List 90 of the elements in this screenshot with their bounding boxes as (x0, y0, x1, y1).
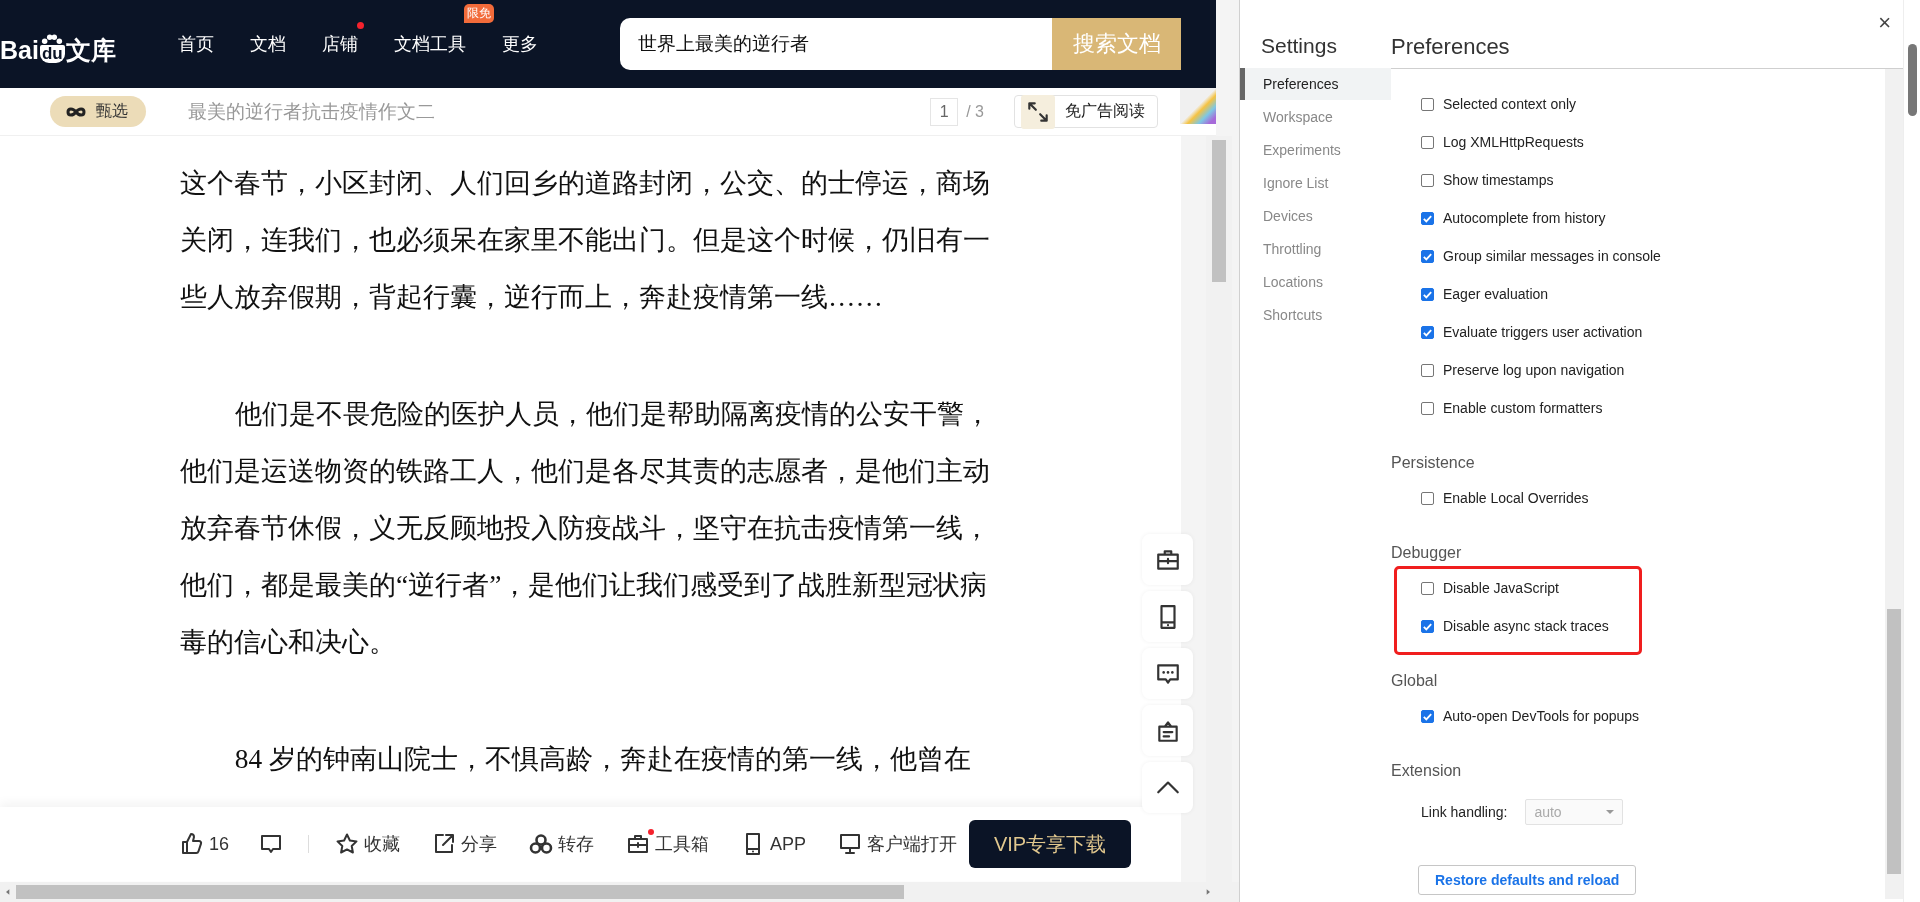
nav-link[interactable]: 首页 (178, 24, 230, 64)
color-corner-drawing (1180, 88, 1216, 124)
settings-tab[interactable]: Devices (1240, 200, 1391, 232)
nav-link[interactable]: 文档工具 (394, 24, 482, 64)
vertical-scrollbar[interactable] (1903, 0, 1920, 902)
article-paragraph: 84 岁的钟南山院士，不惧高龄，奔赴在疫情的第一线，他曾在 (233, 743, 973, 776)
logo-paw-text: du (39, 45, 65, 63)
checkbox-option[interactable]: Auto-open DevTools for popups (1397, 697, 1882, 735)
star-icon (335, 832, 360, 856)
nav-link[interactable]: 更多 (502, 24, 554, 64)
section-heading: Global (1391, 671, 1439, 691)
settings-title: Settings (1260, 33, 1338, 59)
settings-tab[interactable]: Ignore List (1240, 167, 1391, 199)
logo-text: Bai (0, 37, 39, 63)
checkbox[interactable] (1421, 97, 1434, 111)
checkbox-option[interactable]: Show timestamps (1397, 161, 1882, 199)
toolbar-action[interactable]: 转存 (529, 832, 595, 856)
toolbar-action[interactable]: 收藏 (335, 832, 401, 856)
nav-link[interactable]: 文档 (250, 24, 302, 64)
checkbox-option[interactable]: Log XMLHttpRequests (1397, 123, 1882, 161)
badge-label: 甄选 (96, 101, 128, 121)
like-button[interactable]: 16 (180, 832, 230, 856)
paw-toes-icon (41, 34, 64, 45)
checkbox[interactable] (1421, 709, 1434, 723)
clipboard-button[interactable] (1142, 705, 1193, 756)
checkbox[interactable] (1421, 211, 1434, 225)
toolbar-action[interactable]: 分享 (432, 832, 498, 856)
expand-icon (1021, 94, 1055, 129)
checkbox[interactable] (1421, 325, 1434, 339)
checkbox[interactable] (1421, 249, 1434, 263)
settings-tab[interactable]: Shortcuts (1240, 299, 1391, 331)
checkbox[interactable] (1421, 401, 1434, 415)
field-label: Link handling: (1421, 804, 1508, 820)
toolbox-icon (626, 832, 651, 856)
page-number-field[interactable]: 1 (930, 97, 959, 126)
checkbox-option[interactable]: Selected context only (1397, 85, 1882, 123)
close-button[interactable]: × (1874, 10, 1895, 36)
chat-bubble-button[interactable] (1142, 648, 1193, 699)
vertical-scrollbar[interactable] (1885, 69, 1903, 899)
toolbar-action[interactable]: 客户端打开 (838, 832, 958, 856)
settings-tab[interactable]: Workspace (1240, 101, 1391, 133)
settings-tab[interactable]: Experiments (1240, 134, 1391, 166)
settings-tab[interactable]: Preferences (1240, 68, 1391, 100)
settings-tab[interactable]: Locations (1240, 266, 1391, 298)
checkbox-option[interactable]: Group similar messages in console (1397, 237, 1882, 275)
section-heading: Debugger (1391, 543, 1463, 563)
checkbox-option[interactable]: Autocomplete from history (1397, 199, 1882, 237)
settings-tab[interactable]: Throttling (1240, 233, 1391, 265)
toolbar-action[interactable]: 工具箱 (626, 832, 710, 856)
share-icon (432, 832, 457, 856)
checkbox[interactable] (1421, 135, 1434, 149)
document-title: 最美的逆行者抗击疫情作文二 (188, 99, 436, 124)
notification-dot (648, 829, 655, 835)
phone-button[interactable] (1142, 591, 1193, 642)
logo-text: 文库 (65, 37, 116, 63)
search-field[interactable]: 世界上最美的逆行者 (620, 18, 1052, 70)
chevron-up-button[interactable] (1142, 762, 1193, 813)
checkbox[interactable] (1421, 619, 1434, 633)
article-paragraph: 这个春节，小区封闭、人们回乡的道路封闭，公交、的士停运，商场关闭，连我们，也必须呆在家里不能出门。但是这个时候，仍旧有一些人放弃假期，背起行囊，逆行而上，奔赴疫情第一线…… (180, 167, 991, 314)
checkbox[interactable] (1421, 363, 1434, 377)
checkbox[interactable] (1421, 173, 1434, 187)
nav-link[interactable]: 店铺 (322, 24, 374, 64)
section-heading: Persistence (1391, 453, 1476, 473)
toolbar-action[interactable]: APP (741, 832, 807, 856)
checkbox-option[interactable]: Disable JavaScript (1397, 569, 1639, 607)
checkbox-option[interactable]: Disable async stack traces (1397, 607, 1639, 645)
left-arrow-icon (4, 888, 12, 896)
monitor-icon (838, 832, 863, 856)
checkbox-option[interactable]: Preserve log upon navigation (1397, 351, 1882, 389)
restore-defaults-button[interactable]: Restore defaults and reload (1418, 865, 1637, 895)
thumbs-up-icon[interactable] (180, 832, 204, 856)
right-arrow-icon (1204, 888, 1212, 896)
ad-free-button[interactable]: 免广告阅读 (1014, 95, 1158, 128)
checkbox[interactable] (1421, 287, 1434, 301)
checkbox-option[interactable]: Eager evaluation (1397, 275, 1882, 313)
article-paragraph: 他们是不畏危险的医护人员，他们是帮助隔离疫情的公安干警，他们是运送物资的铁路工人，他们是各尽其责的志愿者，是他们主动放弃春节休假，义无反顾地投入防疫战斗，坚守在抗击疫情第一线，他们，都是最美的“逆行者”，是他们让我们感受到了战胜新型冠状病毒的信心和决心。 (180, 398, 992, 659)
toolbox-button[interactable] (1142, 534, 1193, 585)
checkbox-option[interactable]: Enable Local Overrides (1397, 479, 1882, 517)
comment-icon[interactable] (259, 832, 284, 856)
caret-icon (1606, 809, 1615, 815)
checkbox-option[interactable]: Evaluate triggers user activation (1397, 313, 1882, 351)
checkbox[interactable] (1421, 581, 1434, 595)
checkbox[interactable] (1421, 491, 1434, 505)
three-circles-icon (529, 832, 554, 856)
vip-download-button[interactable]: VIP专享下载 (969, 820, 1131, 868)
page-total: / 3 (966, 102, 984, 121)
logo[interactable]: Bai du 文库 (0, 17, 178, 71)
free-badge: 限免 (464, 4, 494, 23)
section-heading: Extension (1391, 761, 1463, 781)
checkbox-option[interactable]: Enable custom formatters (1397, 389, 1882, 427)
